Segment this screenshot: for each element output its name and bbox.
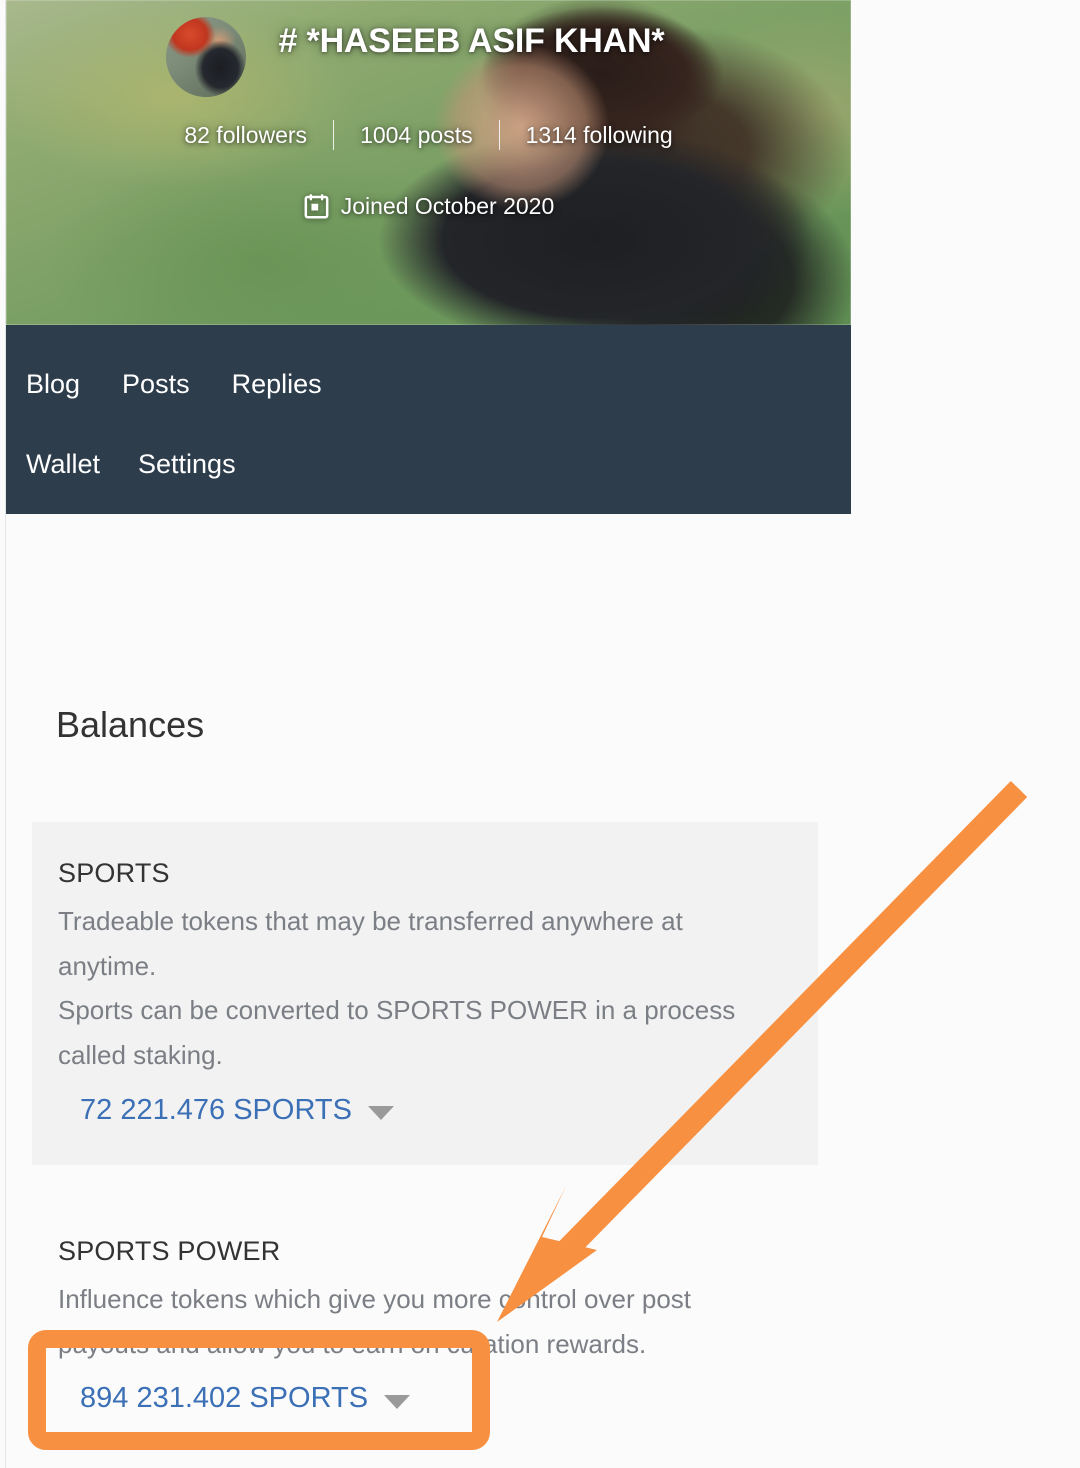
calendar-icon [303, 192, 330, 220]
token-amount-sports-value: 72 221.476 SPORTS [80, 1093, 352, 1126]
chevron-down-icon[interactable] [367, 1106, 394, 1121]
stat-posts[interactable]: 1004 posts [334, 122, 499, 149]
token-amount-sports-power[interactable]: 894 231.402 SPORTS [80, 1382, 411, 1415]
page-title: # *HASEEB ASIF KHAN* [278, 22, 665, 60]
nav-row-secondary: Wallet Settings [6, 449, 851, 480]
nav-replies[interactable]: Replies [232, 369, 364, 400]
token-name-sports-power: SPORTS POWER [58, 1236, 281, 1266]
token-name-sports: SPORTS [58, 858, 170, 888]
stat-followers[interactable]: 82 followers [158, 122, 333, 149]
balances-heading: Balances [56, 704, 205, 745]
stat-following[interactable]: 1314 following [500, 122, 699, 149]
nav-posts[interactable]: Posts [122, 369, 232, 400]
token-amount-sports[interactable]: 72 221.476 SPORTS [80, 1094, 394, 1127]
nav-settings[interactable]: Settings [138, 449, 274, 480]
token-description-sports-line1: Tradeable tokens that may be transferred… [58, 906, 683, 981]
token-description-sports-line2: Sports can be converted to SPORTS POWER … [58, 995, 736, 1071]
joined-label: Joined October 2020 [340, 192, 555, 219]
nav-wallet[interactable]: Wallet [26, 449, 138, 480]
profile-cover: # *HASEEB ASIF KHAN* 82 followers 1004 p… [6, 0, 851, 325]
token-card-sports-power: SPORTS POWER Influence tokens which give… [32, 1236, 818, 1415]
token-description-sports-power: Influence tokens which give you more con… [58, 1284, 692, 1359]
token-card-sports: SPORTS Tradeable tokens that may be tran… [32, 822, 818, 1165]
profile-stats: 82 followers 1004 posts 1314 following [6, 120, 851, 150]
nav-blog[interactable]: Blog [26, 369, 122, 400]
token-amount-sports-power-value: 894 231.402 SPORTS [80, 1382, 369, 1415]
nav-row-primary: Blog Posts Replies [6, 369, 851, 400]
profile-wallet-page: # *HASEEB ASIF KHAN* 82 followers 1004 p… [0, 0, 1080, 1468]
chevron-down-icon[interactable] [384, 1394, 411, 1409]
profile-navbar: Blog Posts Replies Wallet Settings [6, 325, 851, 514]
joined-date: Joined October 2020 [6, 192, 851, 220]
